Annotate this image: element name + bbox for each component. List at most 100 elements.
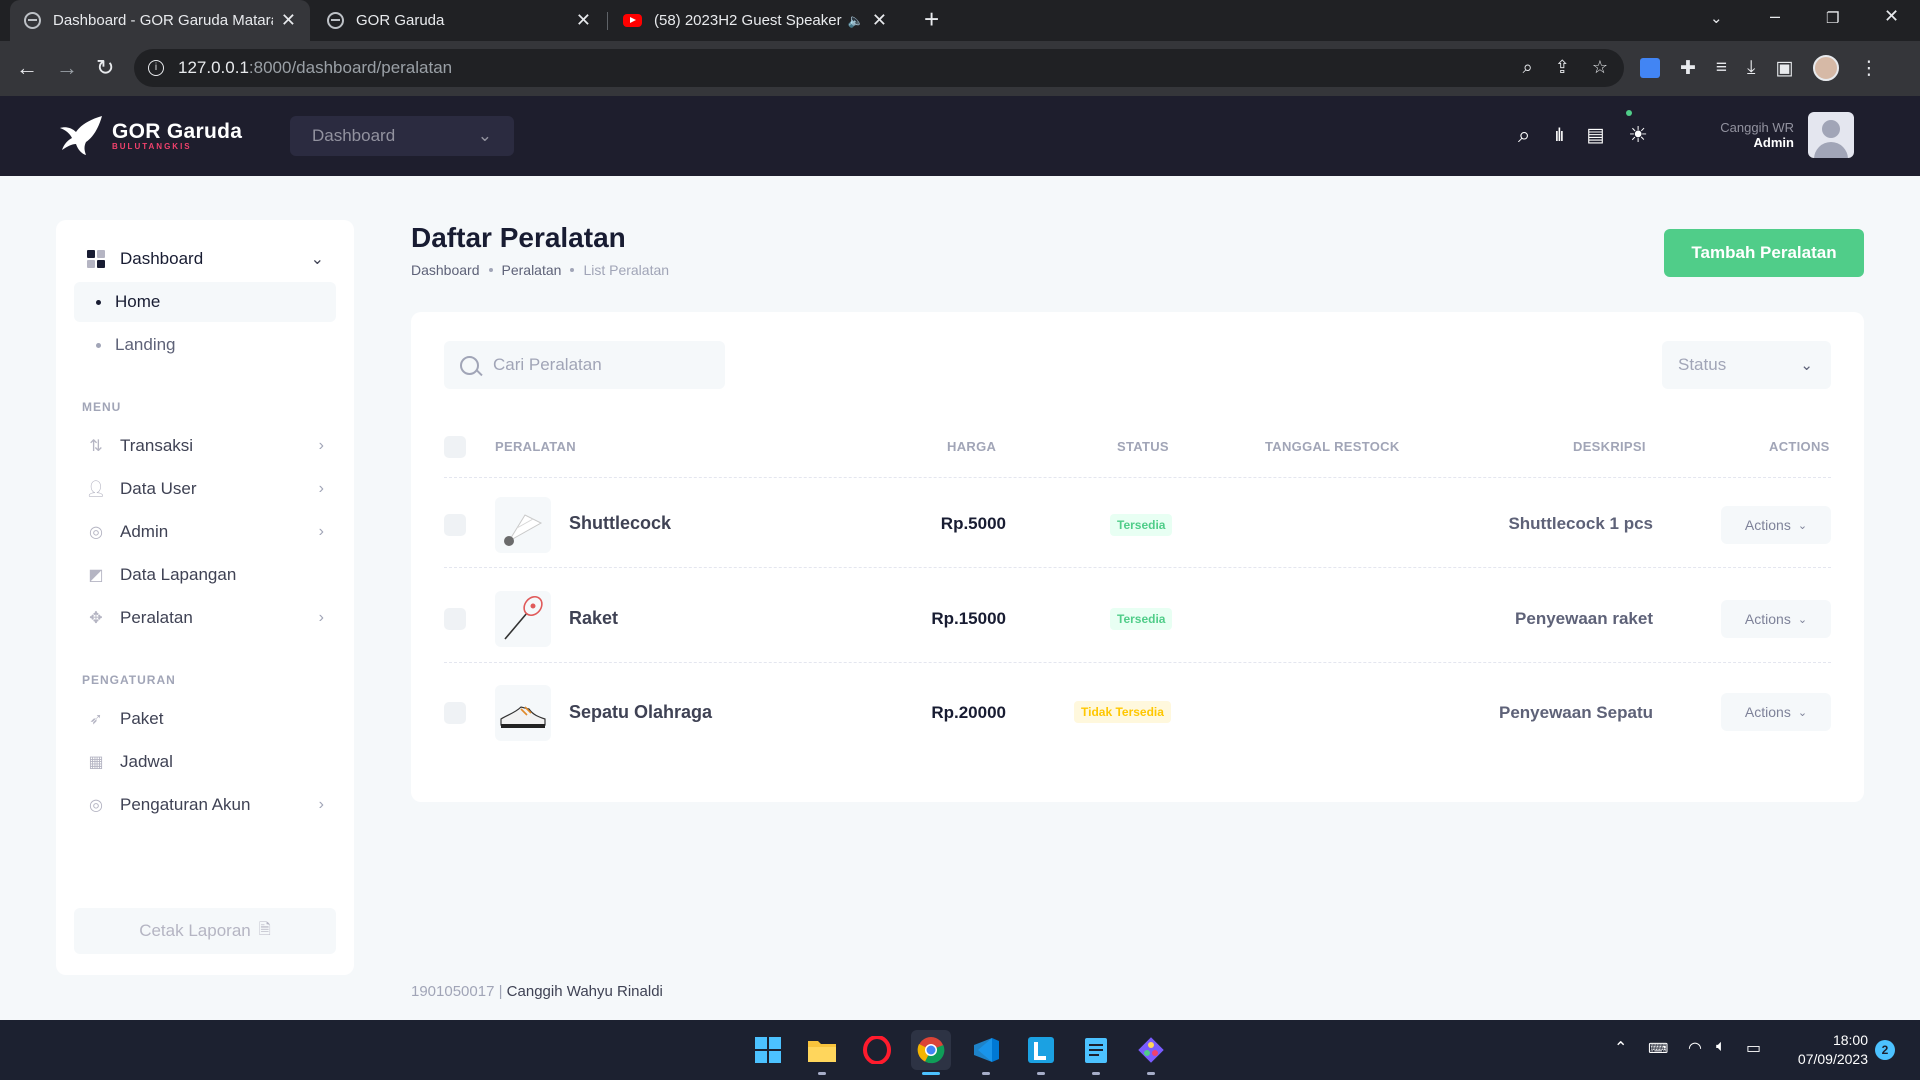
user-avatar[interactable] <box>1808 112 1854 158</box>
notepad-icon[interactable] <box>1076 1030 1116 1070</box>
minimize-icon[interactable]: – <box>1770 6 1780 27</box>
brand-logo[interactable]: GOR Garuda BULUTANGKIS <box>58 114 242 156</box>
restore-icon[interactable]: ❐ <box>1826 9 1839 27</box>
git-client-icon[interactable] <box>1131 1030 1171 1070</box>
header-dashboard-select[interactable]: Dashboard ⌄ <box>290 116 514 156</box>
equipment-name[interactable]: Sepatu Olahraga <box>569 702 712 723</box>
app-header: GOR Garuda BULUTANGKIS Dashboard ⌄ ⌕ ılı… <box>0 96 1920 176</box>
extensions-puzzle-icon[interactable]: ✚ <box>1680 57 1696 80</box>
sidebar-item-jadwal[interactable]: ▦ Jadwal <box>74 742 336 782</box>
system-clock[interactable]: 18:00 07/09/2023 <box>1798 1031 1868 1069</box>
window-close-icon[interactable]: ✕ <box>1884 6 1899 27</box>
download-icon[interactable]: ⤓ <box>1747 57 1755 79</box>
search-input[interactable]: Cari Peralatan <box>444 341 725 389</box>
actions-dropdown-button[interactable]: Actions ⌄ <box>1721 693 1831 731</box>
sidebar-item-admin[interactable]: ◎ Admin › <box>74 512 336 552</box>
youtube-icon <box>623 14 642 27</box>
reload-icon[interactable]: ↻ <box>96 55 114 81</box>
running-indicator <box>1037 1072 1045 1075</box>
site-info-icon[interactable]: i <box>148 60 164 76</box>
tab-search-icon[interactable]: ⌄ <box>1710 9 1723 27</box>
close-tab-icon[interactable]: ✕ <box>281 10 296 31</box>
tab-title: (58) 2023H2 Guest Speaker S <box>654 12 842 29</box>
sidebar-item-dashboard[interactable]: Dashboard ⌄ <box>74 239 336 279</box>
sidebar-item-peralatan[interactable]: ✥ Peralatan › <box>74 598 336 638</box>
media-queue-icon[interactable]: ≡ <box>1716 57 1727 79</box>
close-tab-icon[interactable]: ✕ <box>872 10 887 31</box>
row-divider <box>444 662 1831 663</box>
header-select-value: Dashboard <box>312 126 396 145</box>
chat-icon[interactable]: ▤ <box>1586 124 1604 147</box>
row-checkbox[interactable] <box>444 702 466 724</box>
sidebar-item-home[interactable]: Home <box>74 282 336 322</box>
breadcrumb-item[interactable]: Dashboard <box>411 262 480 278</box>
sidebar-item-data-lapangan[interactable]: ◩ Data Lapangan <box>74 555 336 595</box>
tray-overflow-icon[interactable]: ⌃ <box>1614 1038 1627 1058</box>
windows-start-icon[interactable] <box>748 1030 788 1070</box>
search-icon[interactable]: ⌕ <box>1518 122 1530 148</box>
column-header-restock[interactable]: TANGGAL RESTOCK <box>1265 439 1400 454</box>
zoom-icon[interactable]: ⌕ <box>1523 57 1533 78</box>
battery-icon[interactable]: ▭ <box>1746 1038 1761 1058</box>
chevron-right-icon: › <box>318 523 324 540</box>
translate-extension-icon[interactable] <box>1640 58 1660 78</box>
forward-icon[interactable]: → <box>56 55 78 81</box>
sidebar-item-paket[interactable]: ➶ Paket <box>74 699 336 739</box>
laragon-icon[interactable] <box>1021 1030 1061 1070</box>
brand-title: GOR Garuda <box>112 119 243 143</box>
column-header-status[interactable]: STATUS <box>1117 439 1169 454</box>
browser-tab-dashboard[interactable]: Dashboard - GOR Garuda Matara ✕ <box>10 0 310 41</box>
sidebar-item-transaksi[interactable]: ⇅ Transaksi › <box>74 426 336 466</box>
sidebar-item-pengaturan-akun[interactable]: ◎ Pengaturan Akun › <box>74 785 336 825</box>
user-info[interactable]: Canggih WR Admin <box>1720 120 1794 150</box>
chrome-browser-icon[interactable] <box>911 1030 951 1070</box>
select-all-checkbox[interactable] <box>444 436 466 458</box>
bookmark-star-icon[interactable]: ☆ <box>1592 57 1608 78</box>
file-explorer-icon[interactable] <box>802 1030 842 1070</box>
new-tab-icon[interactable]: + <box>924 4 939 35</box>
status-filter-value: Status <box>1678 355 1727 374</box>
footer-author[interactable]: Canggih Wahyu Rinaldi <box>507 983 663 1000</box>
bar-chart-icon[interactable]: ılı <box>1554 125 1564 146</box>
browser-menu-icon[interactable]: ⋮ <box>1859 57 1878 80</box>
address-bar[interactable]: i 127.0.0.1:8000/dashboard/peralatan ⌕ ⇪… <box>134 49 1624 87</box>
opera-browser-icon[interactable] <box>857 1030 897 1070</box>
actions-dropdown-button[interactable]: Actions ⌄ <box>1721 506 1831 544</box>
side-panel-icon[interactable]: ▣ <box>1775 57 1793 80</box>
sidebar-item-data-user[interactable]: 👤︎ Data User › <box>74 469 336 509</box>
volume-icon[interactable]: 🔈︎ <box>1716 1038 1726 1056</box>
actions-dropdown-button[interactable]: Actions ⌄ <box>1721 600 1831 638</box>
back-icon[interactable]: ← <box>16 55 38 81</box>
clock-date: 07/09/2023 <box>1797 1051 1868 1067</box>
print-report-button[interactable]: Cetak Laporan 🗎 <box>74 908 336 954</box>
sidebar-item-landing[interactable]: Landing <box>74 325 336 365</box>
share-icon[interactable]: ⇪ <box>1555 57 1570 78</box>
column-header-item[interactable]: PERALATAN <box>495 439 576 454</box>
row-checkbox[interactable] <box>444 608 466 630</box>
sidebar-section-menu: MENU <box>82 400 122 414</box>
page-footer: 1901050017 | Canggih Wahyu Rinaldi <box>411 983 663 1000</box>
speaker-icon[interactable]: 🔈 <box>848 13 864 29</box>
add-equipment-button[interactable]: Tambah Peralatan <box>1664 229 1864 277</box>
breadcrumb-item[interactable]: Peralatan <box>502 262 562 278</box>
search-icon <box>460 355 479 375</box>
notification-count-badge[interactable]: 2 <box>1875 1040 1895 1060</box>
status-filter-select[interactable]: Status ⌄ <box>1662 341 1831 389</box>
profile-avatar-icon[interactable] <box>1813 55 1840 81</box>
racket-image <box>495 591 551 647</box>
chevron-right-icon: › <box>318 437 324 454</box>
close-tab-icon[interactable]: ✕ <box>576 10 591 31</box>
equipment-name[interactable]: Shuttlecock <box>569 513 671 534</box>
row-checkbox[interactable] <box>444 514 466 536</box>
equipment-name[interactable]: Raket <box>569 608 618 629</box>
column-header-price[interactable]: HARGA <box>947 439 996 454</box>
wifi-icon[interactable]: ◠ <box>1688 1038 1702 1058</box>
vscode-icon[interactable] <box>966 1030 1006 1070</box>
footer-id: 1901050017 | <box>411 983 503 1000</box>
column-header-description[interactable]: DESKRIPSI <box>1573 439 1646 454</box>
keyboard-icon[interactable]: ⌨ <box>1648 1040 1668 1057</box>
clock-time: 18:00 <box>1832 1032 1868 1048</box>
browser-tab-gor-garuda[interactable]: GOR Garuda ✕ <box>313 0 605 41</box>
theme-sun-icon[interactable]: ☀ <box>1628 122 1648 148</box>
browser-tab-youtube[interactable]: (58) 2023H2 Guest Speaker S 🔈 ✕ <box>609 0 901 41</box>
